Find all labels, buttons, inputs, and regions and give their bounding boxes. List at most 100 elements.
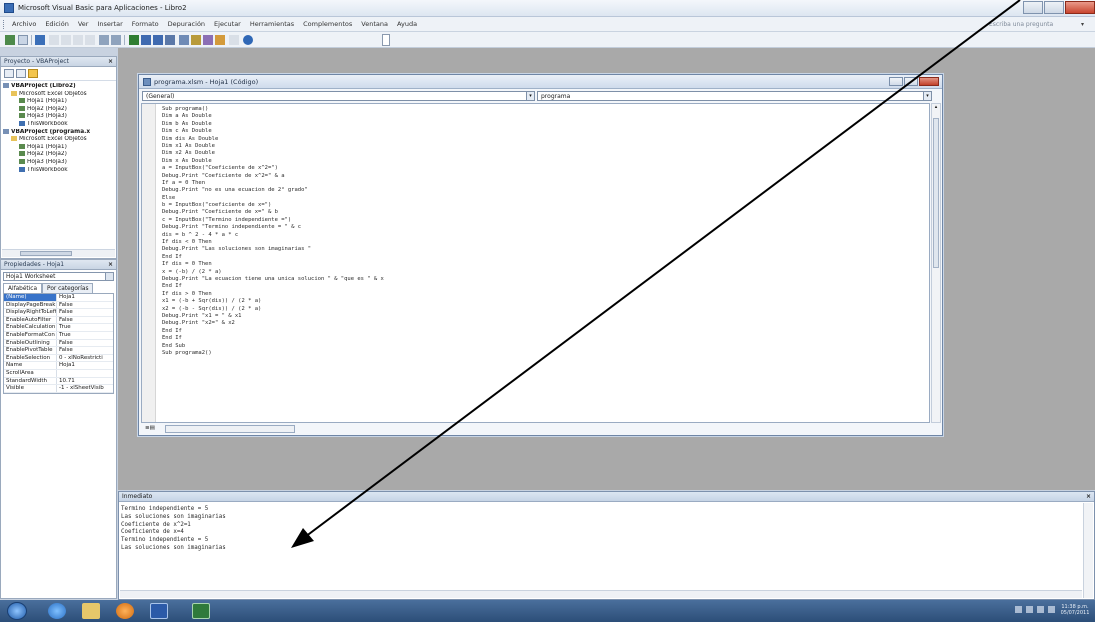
help-dropdown-icon[interactable]: ▾ (1081, 21, 1084, 28)
view-code-icon[interactable] (4, 69, 14, 78)
scroll-thumb[interactable] (933, 118, 939, 268)
menu-edicion[interactable]: Edición (45, 20, 69, 28)
help-icon[interactable] (243, 35, 253, 45)
property-row[interactable]: Name Hoja1 (4, 362, 113, 370)
immediate-vscrollbar[interactable] (1083, 503, 1093, 598)
tab-categorized[interactable]: Por categorías (42, 283, 94, 293)
scroll-up-icon[interactable]: ▴ (932, 104, 940, 114)
procedure-combo[interactable]: programa ▾ (537, 91, 932, 101)
tray-volume-icon[interactable] (1048, 606, 1055, 613)
tree-item[interactable]: Hoja3 (Hoja3) (3, 158, 114, 167)
property-value[interactable]: Hoja1 (57, 362, 113, 369)
word-icon[interactable] (150, 603, 168, 619)
property-value[interactable]: 0 - xlNoRestricti (57, 355, 113, 362)
tree-item[interactable]: Microsoft Excel Objetos (3, 136, 114, 144)
tray-language-icon[interactable] (1015, 606, 1022, 613)
design-mode-icon[interactable] (165, 35, 175, 45)
tree-item[interactable]: Hoja2 (Hoja2) (3, 151, 114, 159)
property-row[interactable]: EnablePivotTable False (4, 347, 113, 355)
property-value[interactable]: True (57, 332, 113, 339)
tray-flag-icon[interactable] (1026, 606, 1033, 613)
menu-insertar[interactable]: Insertar (97, 20, 122, 28)
toggle-folders-icon[interactable] (28, 69, 38, 78)
property-value[interactable]: False (57, 309, 113, 316)
code-margin[interactable] (142, 104, 156, 422)
minimize-button[interactable] (1023, 1, 1043, 14)
close-icon[interactable]: × (1086, 492, 1091, 502)
find-icon[interactable] (85, 35, 95, 45)
chevron-down-icon[interactable] (105, 273, 113, 280)
media-player-icon[interactable] (116, 603, 134, 619)
start-button[interactable] (7, 602, 27, 620)
property-row[interactable]: Visible -1 - xlSheetVisib (4, 385, 113, 393)
view-object-icon[interactable] (16, 69, 26, 78)
tree-item[interactable]: ThisWorkbook (3, 166, 114, 175)
menu-complementos[interactable]: Complementos (303, 20, 352, 28)
ie-icon[interactable] (48, 603, 66, 619)
tree-item[interactable]: Microsoft Excel Objetos (3, 90, 114, 99)
menu-archivo[interactable]: Archivo (12, 20, 36, 28)
tree-item[interactable]: ThisWorkbook (3, 120, 114, 129)
paste-icon[interactable] (73, 35, 83, 45)
code-editor[interactable]: Sub programa() Dim a As Double Dim b As Do… (141, 103, 930, 423)
close-button[interactable] (1065, 1, 1095, 14)
property-value[interactable]: 10.71 (57, 378, 113, 385)
property-row[interactable]: (Name) Hoja1 (4, 294, 113, 302)
property-value[interactable]: -1 - xlSheetVisib (57, 385, 113, 392)
view-toggle-icon[interactable]: ≡▤ (145, 425, 155, 431)
tree-item[interactable]: Hoja2 (Hoja2) (3, 105, 114, 114)
menu-ventana[interactable]: Ventana (361, 20, 388, 28)
scroll-thumb[interactable] (20, 251, 72, 256)
clock[interactable]: 11:38 p.m. 05/07/2011 (1059, 604, 1091, 616)
tree-item[interactable]: VBAProject (programa.x (3, 128, 114, 137)
chevron-down-icon[interactable]: ▾ (923, 92, 931, 100)
insert-module-icon[interactable] (18, 35, 28, 45)
project-explorer-icon[interactable] (179, 35, 189, 45)
minimize-button[interactable] (889, 77, 903, 86)
property-row[interactable]: ScrollArea (4, 369, 113, 378)
property-value[interactable] (57, 370, 113, 377)
tree-item[interactable]: Hoja1 (Hoja1) (3, 98, 114, 106)
maximize-button[interactable] (904, 77, 918, 86)
immediate-hscrollbar[interactable] (120, 590, 1082, 598)
property-row[interactable]: EnableFormatCon True (4, 331, 113, 340)
code-hscrollbar[interactable] (165, 425, 295, 433)
object-select[interactable]: Hoja1 Worksheet (3, 272, 114, 281)
property-value[interactable]: False (57, 340, 113, 347)
pause-icon[interactable] (141, 35, 151, 45)
property-value[interactable]: Hoja1 (57, 294, 113, 301)
redo-icon[interactable] (111, 35, 121, 45)
property-row[interactable]: EnableOutlining False (4, 339, 113, 348)
tree-item[interactable]: VBAProject (Libro2) (3, 83, 114, 91)
tray-network-icon[interactable] (1037, 606, 1044, 613)
menu-depuracion[interactable]: Depuración (168, 20, 205, 28)
cut-icon[interactable] (49, 35, 59, 45)
tree-item[interactable]: Hoja1 (Hoja1) (3, 143, 114, 152)
immediate-output[interactable]: Termino independiente = 5 Las soluciones … (121, 506, 226, 553)
property-row[interactable]: DisplayRightToLeft False (4, 309, 113, 317)
maximize-button[interactable] (1044, 1, 1064, 14)
explorer-folder-icon[interactable] (82, 603, 100, 619)
menu-ayuda[interactable]: Ayuda (397, 20, 417, 28)
property-row[interactable]: DisplayPageBreak False (4, 301, 113, 310)
menu-ejecutar[interactable]: Ejecutar (214, 20, 241, 28)
menu-formato[interactable]: Formato (132, 20, 159, 28)
property-row[interactable]: StandardWidth 10.71 (4, 377, 113, 386)
property-value[interactable]: True (57, 324, 113, 331)
object-combo[interactable]: (General) ▾ (142, 91, 535, 101)
stop-icon[interactable] (153, 35, 163, 45)
chevron-down-icon[interactable]: ▾ (526, 92, 534, 100)
properties-window-icon[interactable] (191, 35, 201, 45)
code-vscrollbar[interactable]: ▴ (931, 103, 941, 423)
tree-item[interactable]: Hoja3 (Hoja3) (3, 113, 114, 121)
copy-icon[interactable] (61, 35, 71, 45)
project-hscrollbar[interactable] (2, 249, 115, 257)
run-icon[interactable] (129, 35, 139, 45)
menu-ver[interactable]: Ver (78, 20, 89, 28)
property-row[interactable]: EnableCalculation True (4, 324, 113, 332)
property-value[interactable]: False (57, 347, 113, 354)
property-row[interactable]: EnableAutoFilter False (4, 316, 113, 325)
property-value[interactable]: False (57, 302, 113, 309)
toolbox-icon[interactable] (215, 35, 225, 45)
close-icon[interactable]: × (108, 260, 113, 270)
